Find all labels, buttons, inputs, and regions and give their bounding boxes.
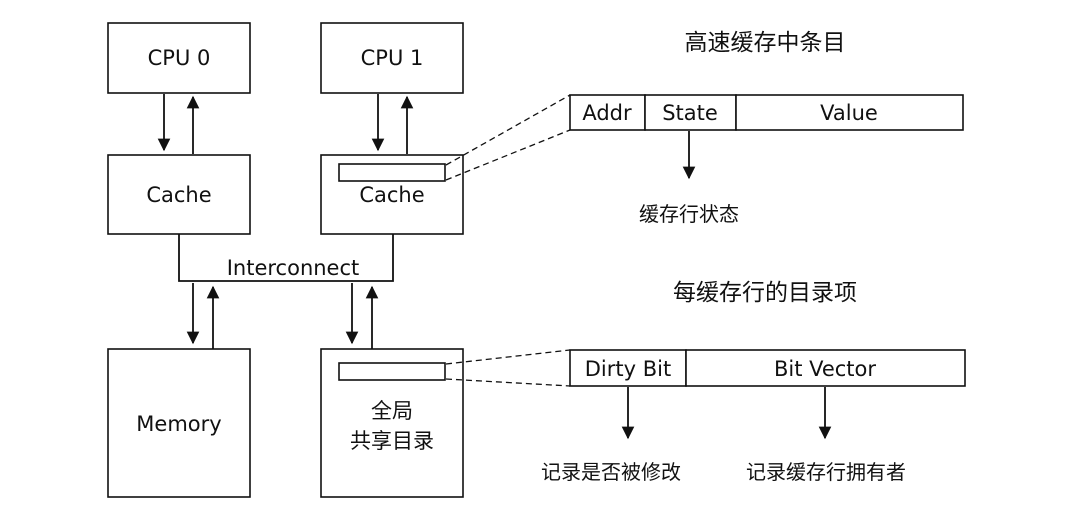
field-value: Value bbox=[820, 101, 878, 125]
cpu1-node: CPU 1 bbox=[320, 22, 464, 94]
directory-entry-record: Dirty Bit Bit Vector bbox=[569, 349, 966, 387]
dir-zoom-line-top bbox=[445, 349, 571, 365]
cache-entry-record: Addr State Value bbox=[569, 94, 964, 131]
cpu1-label: CPU 1 bbox=[361, 46, 424, 70]
memory-label: Memory bbox=[136, 412, 221, 436]
vector-note: 记录缓存行拥有者 bbox=[746, 460, 906, 484]
cache1-node: Cache bbox=[320, 154, 464, 235]
field-state: State bbox=[662, 101, 718, 125]
cpu0-node: CPU 0 bbox=[107, 22, 251, 94]
dirty-note: 记录是否被修改 bbox=[541, 460, 681, 484]
cache-entry-heading: 高速缓存中条目 bbox=[685, 30, 846, 56]
directory-node: 全局 共享目录 bbox=[320, 348, 464, 498]
field-bit-vector: Bit Vector bbox=[774, 357, 876, 381]
cache-line-slot bbox=[338, 163, 446, 182]
cpu0-label: CPU 0 bbox=[148, 46, 211, 70]
directory-entry-heading: 每缓存行的目录项 bbox=[673, 280, 857, 306]
cache-coherence-diagram: CPU 0 CPU 1 Cache Cache Interconnect Mem… bbox=[107, 22, 966, 498]
field-dirty-bit: Dirty Bit bbox=[585, 357, 671, 381]
directory-label-line2: 共享目录 bbox=[350, 429, 434, 453]
memory-node: Memory bbox=[107, 348, 251, 498]
dir-zoom-line-bottom bbox=[445, 378, 571, 387]
cache0-label: Cache bbox=[146, 183, 211, 207]
field-addr: Addr bbox=[582, 101, 632, 125]
state-note: 缓存行状态 bbox=[639, 202, 739, 226]
directory-label-line1: 全局 bbox=[371, 399, 413, 423]
cache-zoom-line-top bbox=[445, 94, 571, 166]
interconnect-label: Interconnect bbox=[227, 256, 360, 280]
directory-entry-slot bbox=[338, 362, 446, 381]
cache0-node: Cache bbox=[107, 154, 251, 235]
cache1-label: Cache bbox=[359, 183, 424, 207]
